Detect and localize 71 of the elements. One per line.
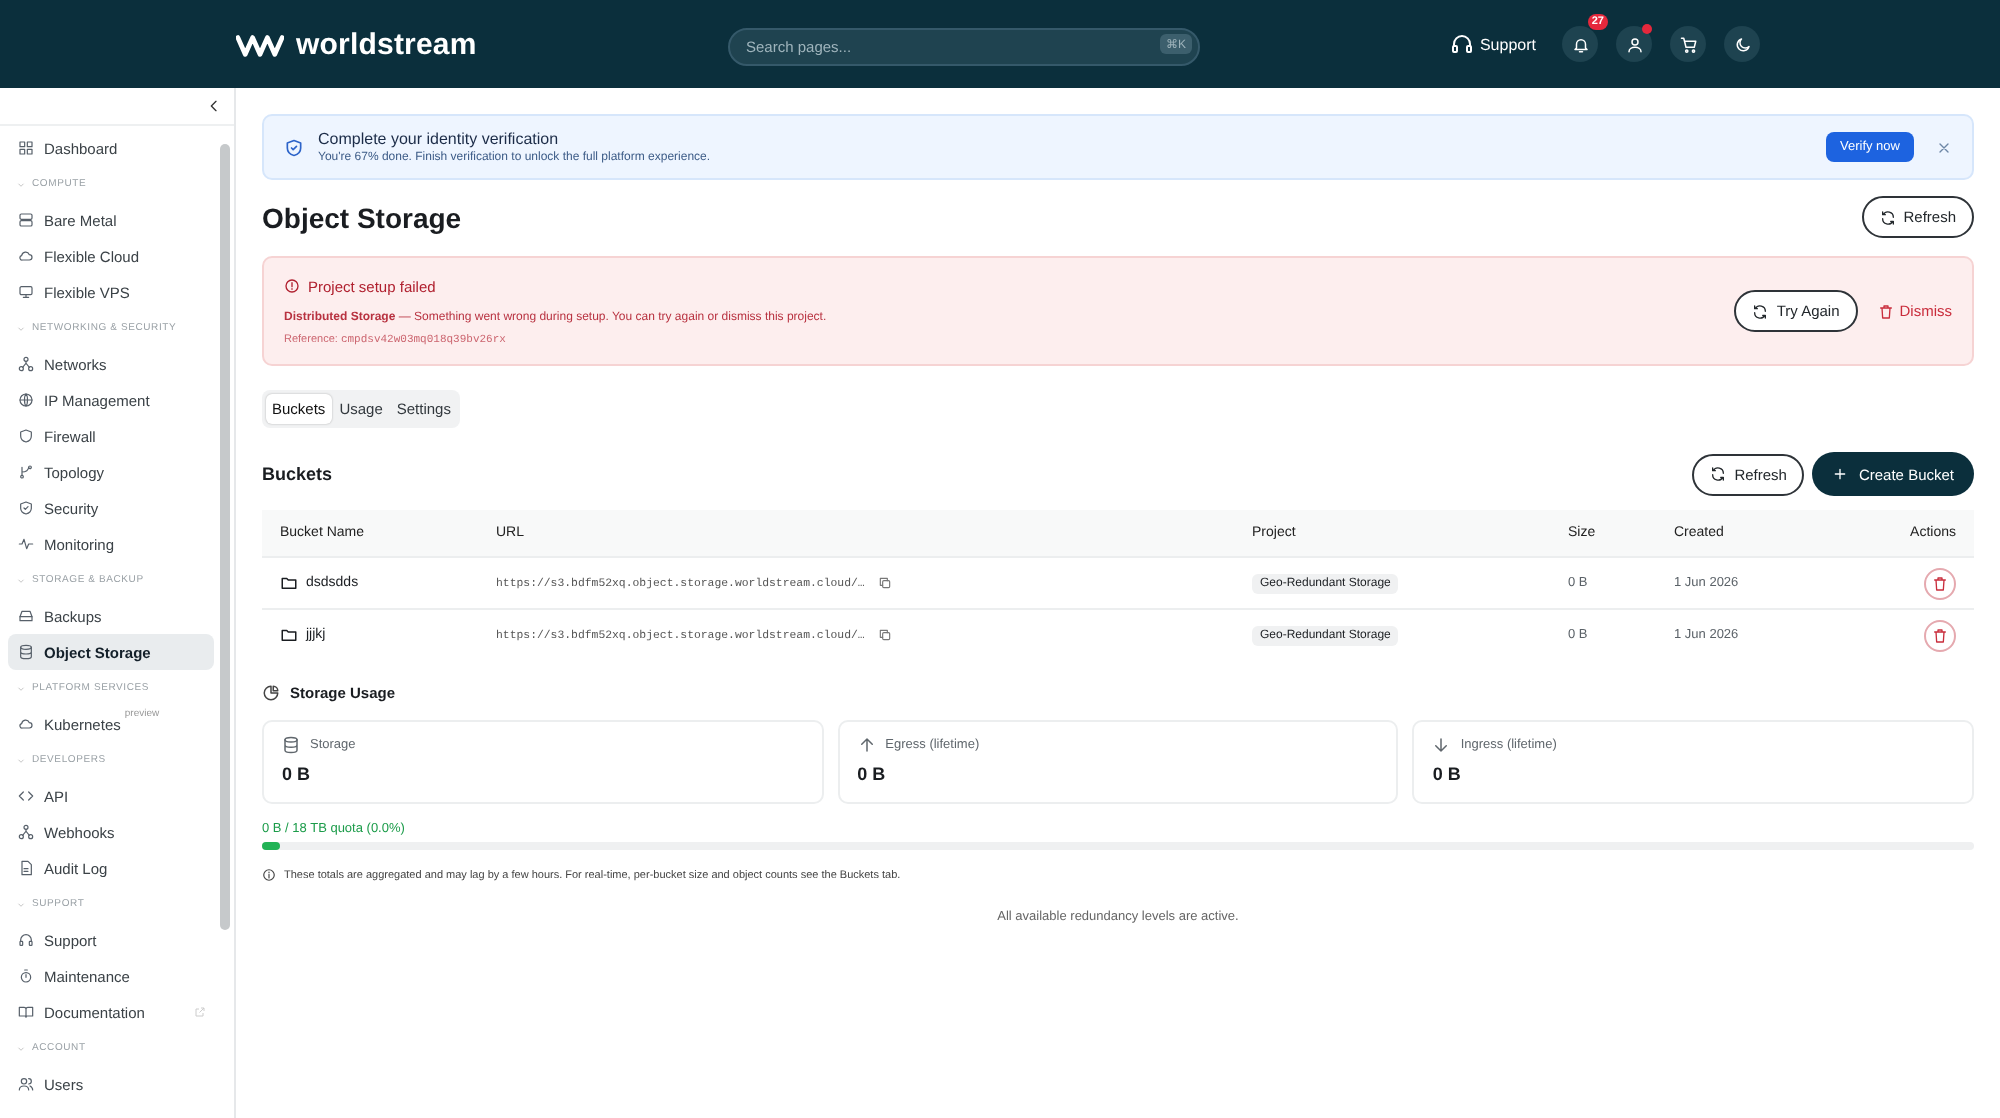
trash-icon [1932,575,1948,591]
caret-icon [16,575,26,585]
delete-button[interactable] [1924,567,1956,599]
drive-icon [18,608,34,624]
cart-button[interactable] [1670,26,1706,62]
network-icon [18,824,34,840]
arrow-down-icon [1432,736,1451,754]
bell-icon [1571,35,1589,53]
notifications-button[interactable] [1562,26,1598,62]
plus-icon [1832,466,1849,482]
shield-check-icon [18,500,34,516]
close-button[interactable] [1936,139,1952,155]
caret-icon [16,323,26,333]
support-link[interactable]: Support [1449,32,1536,56]
caret-icon [16,179,26,189]
server-icon [18,212,34,228]
shield-icon [18,428,34,444]
globe-icon [18,392,34,408]
banner-title: Complete your identity verification [318,130,561,148]
section-title: Buckets [262,464,333,484]
moon-icon [1733,35,1751,53]
page-title: Object Storage [262,201,462,233]
refresh-icon [1752,303,1769,319]
folder-icon [280,574,298,592]
branch-icon [18,464,34,480]
close-icon [1936,139,1952,155]
caret-icon [16,755,26,765]
user-icon [1625,35,1643,53]
trash-icon [1877,303,1894,319]
headset-icon [18,932,34,948]
book-icon [18,1004,34,1020]
grid-icon [18,140,34,156]
database-icon [18,644,34,660]
timer-icon [18,968,34,984]
logo-text: worldstream [296,27,477,61]
copy-icon [878,628,893,642]
headset-icon [1449,32,1474,56]
users-icon [18,1076,34,1092]
database-icon [282,736,300,754]
logo-icon [236,31,284,57]
chevron-left-icon [206,98,222,114]
info-icon [262,868,276,882]
document-icon [18,860,34,876]
arrow-up-icon [857,736,876,754]
account-button[interactable] [1616,26,1652,62]
caret-icon [16,1043,26,1053]
monitor-icon [18,284,34,300]
stat-value: 0 B [857,764,888,784]
stat-value: 0 B [282,764,313,784]
collapse-button[interactable] [206,98,222,114]
cloud-icon [18,248,34,264]
copy-button[interactable] [878,576,893,590]
copy-icon [878,576,893,590]
pulse-icon [18,536,34,552]
trash-icon [1932,627,1948,643]
pie-icon [262,684,280,702]
code-icon [18,788,34,804]
cart-icon [1679,35,1697,53]
stat-value: 0 B [1432,764,1463,784]
cloud-icon [18,716,34,732]
caret-icon [16,683,26,693]
copy-button[interactable] [878,628,893,642]
folder-icon [280,626,298,644]
caret-icon [16,899,26,909]
theme-toggle[interactable] [1724,26,1760,62]
shield-check-icon [284,137,304,157]
delete-button[interactable] [1924,619,1956,651]
network-icon [18,356,34,372]
alert-icon [284,278,300,294]
refresh-icon [1879,209,1896,225]
refresh-icon [1710,466,1727,482]
